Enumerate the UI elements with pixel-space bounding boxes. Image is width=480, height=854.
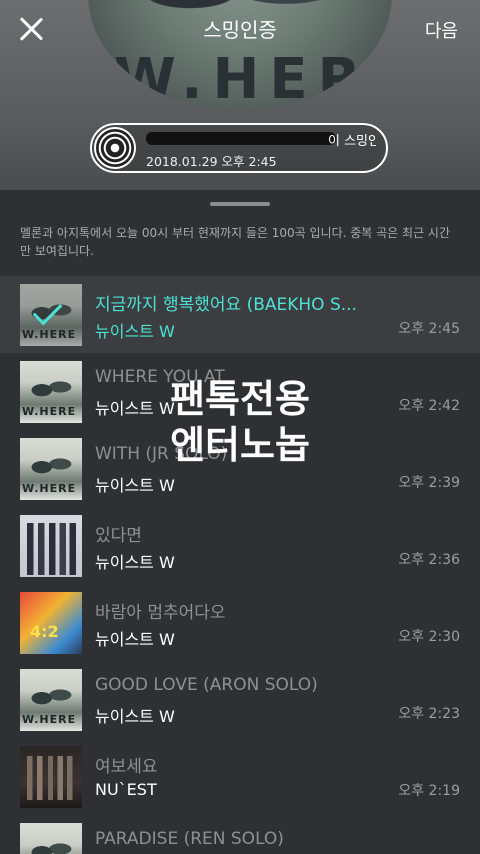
- song-row[interactable]: 여보세요 NU`EST 오후 2:19: [0, 738, 480, 815]
- album-thumbnail: [20, 515, 82, 577]
- album-photo: [118, 0, 358, 30]
- album-thumbnail: [20, 592, 82, 654]
- song-title: WHERE YOU AT: [95, 367, 225, 387]
- song-row[interactable]: GOOD LOVE (ARON SOLO) 뉴이스트 W 오후 2:23: [0, 661, 480, 738]
- header: W.HERE 스밍인증 다음 이 스밍인증 2018.01.29 오후 2:45: [0, 0, 480, 190]
- song-artist: 뉴이스트 W: [95, 707, 175, 726]
- info-text: 멜론과 아지톡에서 오늘 00시 부터 현재까지 들은 100곡 입니다. 중복…: [20, 226, 451, 258]
- song-row[interactable]: 바람아 멈추어다오 뉴이스트 W 오후 2:30: [0, 584, 480, 661]
- song-title: 바람아 멈추어다오: [95, 603, 226, 623]
- song-title: 있다면: [95, 526, 142, 546]
- play-time: 오후 2:30: [398, 629, 460, 645]
- album-thumbnail: [20, 823, 82, 854]
- redacted-scribble: [146, 132, 336, 145]
- album-thumbnail: [20, 746, 82, 808]
- play-time: 오후 2:39: [398, 475, 460, 491]
- check-icon: [20, 284, 82, 346]
- play-time: 오후 2:42: [398, 398, 460, 414]
- song-title: PARADISE (REN SOLO): [95, 829, 284, 849]
- album-logo: W.HERE: [114, 47, 392, 110]
- song-sheet: 멜론과 아지톡에서 오늘 00시 부터 현재까지 들은 100곡 입니다. 중복…: [0, 190, 480, 854]
- song-title: GOOD LOVE (ARON SOLO): [95, 675, 318, 695]
- song-row[interactable]: WHERE YOU AT 뉴이스트 W 오후 2:42: [0, 353, 480, 430]
- sheet-grabber[interactable]: [210, 202, 270, 206]
- play-time: 오후 2:19: [398, 783, 460, 799]
- album-thumbnail: [20, 669, 82, 731]
- certificate-title-suffix: 이 스밍인증: [328, 134, 376, 148]
- song-artist: 뉴이스트 W: [95, 630, 175, 649]
- close-icon[interactable]: [18, 16, 44, 42]
- play-time: 오후 2:45: [398, 321, 460, 337]
- song-artist: 뉴이스트 W: [95, 553, 175, 572]
- play-time: 오후 2:23: [398, 706, 460, 722]
- song-row[interactable]: PARADISE (REN SOLO): [0, 815, 480, 854]
- certificate-title: 이 스밍인증: [146, 130, 376, 148]
- song-title: 여보세요: [95, 757, 158, 777]
- vinyl-disc-icon: [94, 127, 136, 169]
- certificate-timestamp: 2018.01.29 오후 2:45: [146, 154, 277, 169]
- song-artist: 뉴이스트 W: [95, 399, 175, 418]
- song-title: WITH (JR SOLO): [95, 444, 228, 464]
- song-list: 지금까지 행복했어요 (BAEKHO S... 뉴이스트 W 오후 2:45 W…: [0, 276, 480, 854]
- song-artist: 뉴이스트 W: [95, 322, 175, 341]
- song-title: 지금까지 행복했어요 (BAEKHO S...: [95, 295, 357, 315]
- next-button[interactable]: 다음: [425, 17, 458, 43]
- song-artist: 뉴이스트 W: [95, 476, 175, 495]
- song-row[interactable]: 지금까지 행복했어요 (BAEKHO S... 뉴이스트 W 오후 2:45: [0, 276, 480, 353]
- album-thumbnail: [20, 438, 82, 500]
- album-cover-disc: W.HERE: [88, 0, 392, 110]
- certificate-badge: 이 스밍인증 2018.01.29 오후 2:45: [90, 123, 388, 173]
- album-thumbnail: [20, 284, 82, 346]
- album-thumbnail: [20, 361, 82, 423]
- song-row[interactable]: WITH (JR SOLO) 뉴이스트 W 오후 2:39: [0, 430, 480, 507]
- song-artist: NU`EST: [95, 780, 157, 799]
- song-row[interactable]: 있다면 뉴이스트 W 오후 2:36: [0, 507, 480, 584]
- play-time: 오후 2:36: [398, 552, 460, 568]
